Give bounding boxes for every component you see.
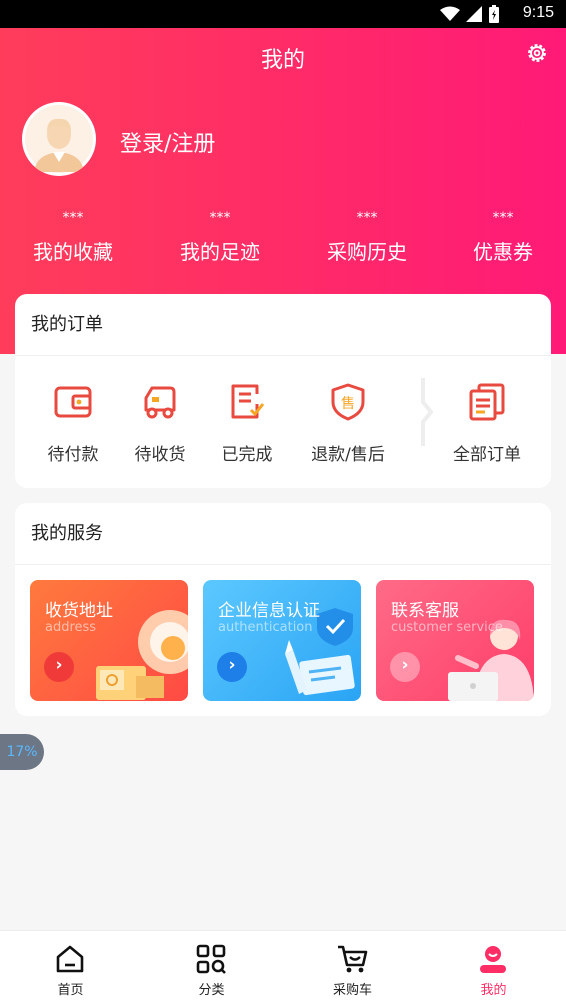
stat-favorites[interactable]: *** 我的收藏 xyxy=(13,210,133,265)
completed-list-icon xyxy=(231,384,265,419)
tab-label: 采购车 xyxy=(332,983,372,998)
stat-label: 我的足迹 xyxy=(180,240,260,264)
stat-value: *** xyxy=(356,210,378,226)
avatar[interactable] xyxy=(22,102,96,176)
chevron-right-icon: › xyxy=(401,655,409,675)
tab-label: 分类 xyxy=(198,983,225,998)
profile-icon xyxy=(480,946,506,973)
service-title: 收货地址 xyxy=(45,601,113,621)
service-subtitle: authentication xyxy=(218,620,313,635)
stat-label: 优惠券 xyxy=(473,240,533,264)
service-customer-service[interactable]: 联系客服 customer service › xyxy=(376,580,534,701)
login-register-link[interactable]: 登录/注册 xyxy=(120,126,215,158)
order-label: 全部订单 xyxy=(453,445,521,465)
wallet-icon xyxy=(54,386,92,418)
cart-icon xyxy=(338,945,368,973)
stat-value: *** xyxy=(209,210,231,226)
page-title: 我的 xyxy=(260,48,305,73)
service-go-button[interactable]: › xyxy=(44,652,74,682)
service-go-button[interactable]: › xyxy=(390,652,420,682)
stat-coupons[interactable]: *** 优惠券 xyxy=(443,210,563,265)
tab-home[interactable]: 首页 xyxy=(0,931,141,1007)
gear-icon[interactable] xyxy=(526,42,548,64)
divider xyxy=(15,564,551,565)
chevron-right-icon: › xyxy=(228,655,236,675)
order-label: 已完成 xyxy=(221,445,273,465)
tab-mine[interactable]: 我的 xyxy=(423,931,564,1007)
order-pending-receipt[interactable]: 待收货 xyxy=(114,382,206,465)
service-go-button[interactable]: › xyxy=(217,652,247,682)
stat-footprints[interactable]: *** 我的足迹 xyxy=(160,210,280,265)
bottom-tab-bar: 首页 分类 采购车 我的 xyxy=(0,930,566,1007)
service-subtitle: address xyxy=(45,620,97,635)
order-pending-payment[interactable]: 待付款 xyxy=(27,382,119,465)
user-avatar-icon xyxy=(25,105,93,173)
all-orders-icon xyxy=(469,383,505,421)
after-sale-shield-icon: 售 xyxy=(331,383,365,421)
chevron-right-icon: › xyxy=(55,655,63,675)
orders-card: 我的订单 待付款 待收货 已完成 售 退款/售后 全部订单 xyxy=(15,294,551,488)
battery-icon xyxy=(489,5,499,23)
tab-cart[interactable]: 采购车 xyxy=(282,931,423,1007)
tab-category[interactable]: 分类 xyxy=(141,931,282,1007)
truck-icon xyxy=(144,386,176,419)
stat-purchase-history[interactable]: *** 采购历史 xyxy=(307,210,427,265)
service-enterprise-auth[interactable]: 企业信息认证 authentication › xyxy=(203,580,361,701)
status-bar: 9:15 xyxy=(0,0,566,28)
order-refund-after-sale[interactable]: 售 退款/售后 xyxy=(300,382,396,465)
svg-text:售: 售 xyxy=(341,396,355,412)
tab-label: 首页 xyxy=(57,983,84,998)
divider xyxy=(15,355,551,356)
order-all[interactable]: 全部订单 xyxy=(439,382,535,465)
divider-arrow xyxy=(421,378,433,446)
service-title: 联系客服 xyxy=(391,601,459,621)
stat-label: 我的收藏 xyxy=(33,240,113,264)
orders-title: 我的订单 xyxy=(31,314,103,335)
services-title: 我的服务 xyxy=(31,523,103,544)
status-time: 9:15 xyxy=(522,4,554,21)
progress-badge[interactable]: 17% xyxy=(0,734,44,770)
order-completed[interactable]: 已完成 xyxy=(201,382,293,465)
services-card: 我的服务 收货地址 address › 企业信息认证 authenticatio… xyxy=(15,503,551,716)
stat-value: *** xyxy=(492,210,514,226)
status-icons xyxy=(440,5,500,23)
service-title: 企业信息认证 xyxy=(218,601,320,621)
tab-label: 我的 xyxy=(480,983,507,998)
stat-label: 采购历史 xyxy=(327,240,407,264)
order-label: 退款/售后 xyxy=(311,445,385,465)
category-icon xyxy=(196,944,226,974)
order-label: 待付款 xyxy=(47,445,99,465)
service-address[interactable]: 收货地址 address › xyxy=(30,580,188,701)
home-icon xyxy=(56,945,84,973)
service-subtitle: customer service xyxy=(391,620,503,635)
wifi-icon xyxy=(440,6,460,21)
stats-row: *** 我的收藏 *** 我的足迹 *** 采购历史 *** 优惠券 xyxy=(0,210,566,270)
stat-value: *** xyxy=(62,210,84,226)
order-label: 待收货 xyxy=(134,445,186,465)
signal-icon xyxy=(466,6,482,22)
